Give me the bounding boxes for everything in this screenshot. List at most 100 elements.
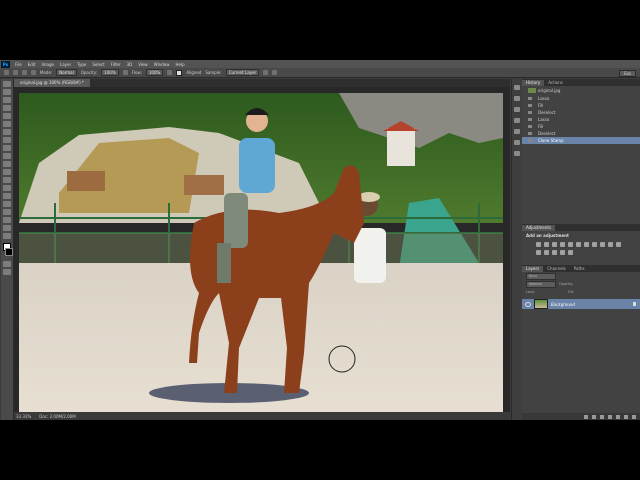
airbrush-icon[interactable] [167, 70, 173, 75]
menu-3d[interactable]: 3D [124, 62, 136, 67]
canvas-area[interactable] [14, 87, 510, 414]
character-panel-icon[interactable] [514, 129, 520, 134]
tab-layers[interactable]: Layers [522, 266, 544, 272]
sample-select[interactable]: Current Layer [225, 69, 260, 76]
history-item-selected[interactable]: Clone Stamp [522, 137, 640, 144]
quick-select-tool-icon[interactable] [3, 105, 11, 111]
history-brush-tool-icon[interactable] [3, 153, 11, 159]
pressure-opacity-icon[interactable] [122, 70, 128, 75]
brush-tool-icon[interactable] [3, 137, 11, 143]
eraser-tool-icon[interactable] [3, 161, 11, 167]
quick-mask-icon[interactable] [3, 261, 11, 267]
brightness-icon[interactable] [536, 242, 541, 247]
marquee-tool-icon[interactable] [3, 89, 11, 95]
trash-icon[interactable] [632, 414, 636, 419]
history-item[interactable]: Deselect [522, 109, 640, 116]
layer-style-icon[interactable] [592, 414, 596, 419]
screen-mode-icon[interactable] [3, 269, 11, 275]
history-item[interactable]: Fill [522, 102, 640, 109]
opacity-field[interactable]: 100% [101, 69, 119, 76]
lasso-tool-icon[interactable] [3, 97, 11, 103]
brush-panel-icon[interactable] [514, 107, 520, 112]
layer-kind-filter[interactable]: Kind [526, 272, 556, 280]
blend-mode-select[interactable]: Normal [526, 280, 556, 288]
channel-mixer-icon[interactable] [608, 242, 613, 247]
new-layer-icon[interactable] [624, 414, 628, 419]
type-tool-icon[interactable] [3, 201, 11, 207]
color-balance-icon[interactable] [584, 242, 589, 247]
history-item[interactable]: Lasso [522, 95, 640, 102]
color-lookup-icon[interactable] [616, 242, 621, 247]
menu-image[interactable]: Image [38, 62, 57, 67]
visibility-eye-icon[interactable] [525, 301, 531, 307]
curves-icon[interactable] [552, 242, 557, 247]
hue-saturation-icon[interactable] [576, 242, 581, 247]
clone-stamp-icon[interactable] [4, 70, 9, 75]
blur-tool-icon[interactable] [3, 177, 11, 183]
mode-select[interactable]: Normal [56, 69, 77, 76]
gradient-tool-icon[interactable] [3, 169, 11, 175]
shape-tool-icon[interactable] [3, 217, 11, 223]
layer-name: Background [551, 301, 575, 307]
move-tool-icon[interactable] [3, 81, 11, 87]
photo-filter-icon[interactable] [600, 242, 605, 247]
vibrance-icon[interactable] [568, 242, 573, 247]
history-item[interactable]: Fill [522, 123, 640, 130]
levels-icon[interactable] [544, 242, 549, 247]
adjustment-layer-icon[interactable] [608, 414, 612, 419]
layer-row-background[interactable]: Background [522, 299, 640, 309]
pen-tool-icon[interactable] [3, 193, 11, 199]
ignore-adjustment-icon[interactable] [263, 70, 269, 75]
zoom-tool-icon[interactable] [3, 233, 11, 239]
dodge-tool-icon[interactable] [3, 185, 11, 191]
clone-source-icon[interactable] [31, 70, 36, 75]
healing-tool-icon[interactable] [3, 129, 11, 135]
info-panel-icon[interactable] [514, 151, 520, 156]
gradient-map-icon[interactable] [560, 250, 565, 255]
tab-adjustments[interactable]: Adjustments [522, 225, 556, 231]
threshold-icon[interactable] [552, 250, 557, 255]
exposure-icon[interactable] [560, 242, 565, 247]
pressure-size-icon[interactable] [272, 70, 278, 75]
path-select-tool-icon[interactable] [3, 209, 11, 215]
tab-paths[interactable]: Paths [570, 266, 589, 272]
actions-panel-icon[interactable] [514, 96, 520, 101]
history-panel-icon[interactable] [514, 85, 520, 90]
flow-field[interactable]: 100% [145, 69, 164, 76]
menu-help[interactable]: Help [172, 62, 187, 67]
image-canvas[interactable] [19, 93, 503, 414]
menu-filter[interactable]: Filter [108, 62, 124, 67]
black-white-icon[interactable] [592, 242, 597, 247]
hand-tool-icon[interactable] [3, 225, 11, 231]
brush-panel-icon[interactable] [22, 70, 27, 75]
menu-select[interactable]: Select [89, 62, 107, 67]
posterize-icon[interactable] [544, 250, 549, 255]
history-item[interactable]: Deselect [522, 130, 640, 137]
crop-tool-icon[interactable] [3, 113, 11, 119]
document-tab[interactable]: original.jpg @ 100% (RGB/8#) * [14, 79, 90, 87]
history-item[interactable]: Lasso [522, 116, 640, 123]
brush-preset-icon[interactable] [13, 70, 18, 75]
menu-layer[interactable]: Layer [57, 62, 74, 67]
tab-channels[interactable]: Channels [543, 266, 570, 272]
aligned-checkbox[interactable] [176, 69, 183, 76]
menu-type[interactable]: Type [74, 62, 89, 67]
selective-color-icon[interactable] [568, 250, 573, 255]
link-layers-icon[interactable] [584, 414, 588, 419]
paragraph-panel-icon[interactable] [514, 140, 520, 145]
zoom-level[interactable]: 33.33% [16, 414, 31, 419]
history-snapshot[interactable]: original.jpg [522, 86, 640, 95]
eyedropper-tool-icon[interactable] [3, 121, 11, 127]
new-group-icon[interactable] [616, 414, 620, 419]
menu-file[interactable]: File [12, 62, 25, 67]
invert-icon[interactable] [536, 250, 541, 255]
background-color-swatch[interactable] [5, 248, 13, 256]
add-mask-icon[interactable] [600, 414, 604, 419]
fill-icon [528, 125, 532, 128]
clone-stamp-tool-icon[interactable] [3, 145, 11, 151]
workspace-select[interactable]: Ess [619, 70, 636, 77]
clone-source-panel-icon[interactable] [514, 118, 520, 123]
menu-view[interactable]: View [135, 62, 151, 67]
menu-window[interactable]: Window [151, 62, 173, 67]
menu-edit[interactable]: Edit [25, 62, 39, 67]
